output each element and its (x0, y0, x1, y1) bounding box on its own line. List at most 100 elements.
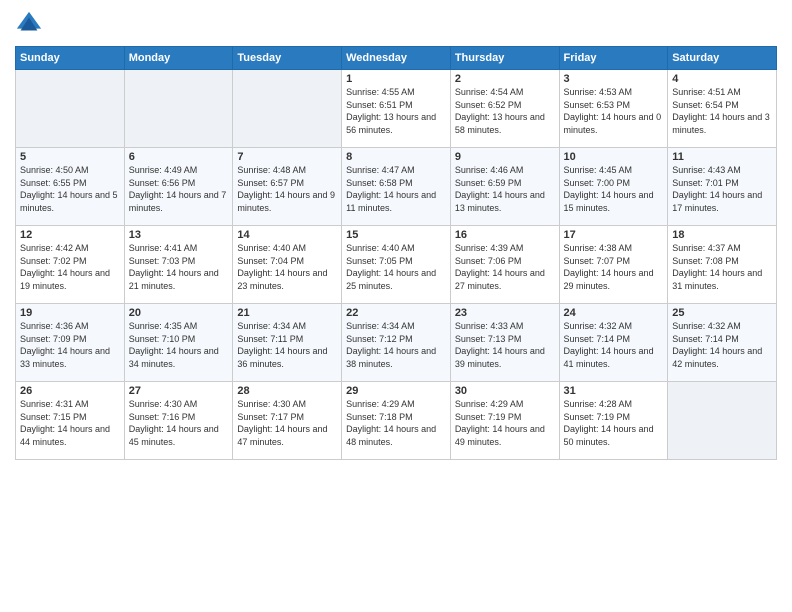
cell-details: Sunrise: 4:34 AMSunset: 7:11 PMDaylight:… (237, 320, 337, 370)
calendar-cell: 17Sunrise: 4:38 AMSunset: 7:07 PMDayligh… (559, 226, 668, 304)
calendar-cell: 21Sunrise: 4:34 AMSunset: 7:11 PMDayligh… (233, 304, 342, 382)
calendar-cell: 8Sunrise: 4:47 AMSunset: 6:58 PMDaylight… (342, 148, 451, 226)
cell-details: Sunrise: 4:36 AMSunset: 7:09 PMDaylight:… (20, 320, 120, 370)
calendar-cell: 22Sunrise: 4:34 AMSunset: 7:12 PMDayligh… (342, 304, 451, 382)
weekday-header-sunday: Sunday (16, 47, 125, 70)
cell-details: Sunrise: 4:28 AMSunset: 7:19 PMDaylight:… (564, 398, 664, 448)
cell-details: Sunrise: 4:50 AMSunset: 6:55 PMDaylight:… (20, 164, 120, 214)
day-number: 23 (455, 307, 555, 319)
calendar-cell: 19Sunrise: 4:36 AMSunset: 7:09 PMDayligh… (16, 304, 125, 382)
cell-details: Sunrise: 4:29 AMSunset: 7:19 PMDaylight:… (455, 398, 555, 448)
cell-details: Sunrise: 4:39 AMSunset: 7:06 PMDaylight:… (455, 242, 555, 292)
calendar-cell: 9Sunrise: 4:46 AMSunset: 6:59 PMDaylight… (450, 148, 559, 226)
day-number: 19 (20, 307, 120, 319)
cell-details: Sunrise: 4:31 AMSunset: 7:15 PMDaylight:… (20, 398, 120, 448)
day-number: 24 (564, 307, 664, 319)
cell-details: Sunrise: 4:46 AMSunset: 6:59 PMDaylight:… (455, 164, 555, 214)
day-number: 4 (672, 73, 772, 85)
day-number: 6 (129, 151, 229, 163)
header (15, 10, 777, 38)
day-number: 26 (20, 385, 120, 397)
calendar-cell: 20Sunrise: 4:35 AMSunset: 7:10 PMDayligh… (124, 304, 233, 382)
calendar-cell: 26Sunrise: 4:31 AMSunset: 7:15 PMDayligh… (16, 382, 125, 460)
day-number: 16 (455, 229, 555, 241)
calendar-cell: 14Sunrise: 4:40 AMSunset: 7:04 PMDayligh… (233, 226, 342, 304)
calendar-cell: 24Sunrise: 4:32 AMSunset: 7:14 PMDayligh… (559, 304, 668, 382)
day-number: 22 (346, 307, 446, 319)
day-number: 3 (564, 73, 664, 85)
calendar-cell (124, 70, 233, 148)
weekday-header-wednesday: Wednesday (342, 47, 451, 70)
calendar-container: SundayMondayTuesdayWednesdayThursdayFrid… (0, 0, 792, 470)
calendar-cell: 1Sunrise: 4:55 AMSunset: 6:51 PMDaylight… (342, 70, 451, 148)
calendar-week-row: 19Sunrise: 4:36 AMSunset: 7:09 PMDayligh… (16, 304, 777, 382)
day-number: 5 (20, 151, 120, 163)
cell-details: Sunrise: 4:34 AMSunset: 7:12 PMDaylight:… (346, 320, 446, 370)
weekday-header-tuesday: Tuesday (233, 47, 342, 70)
cell-details: Sunrise: 4:32 AMSunset: 7:14 PMDaylight:… (564, 320, 664, 370)
weekday-header-row: SundayMondayTuesdayWednesdayThursdayFrid… (16, 47, 777, 70)
day-number: 13 (129, 229, 229, 241)
calendar-week-row: 5Sunrise: 4:50 AMSunset: 6:55 PMDaylight… (16, 148, 777, 226)
calendar-cell: 31Sunrise: 4:28 AMSunset: 7:19 PMDayligh… (559, 382, 668, 460)
weekday-header-saturday: Saturday (668, 47, 777, 70)
cell-details: Sunrise: 4:55 AMSunset: 6:51 PMDaylight:… (346, 86, 446, 136)
day-number: 21 (237, 307, 337, 319)
cell-details: Sunrise: 4:47 AMSunset: 6:58 PMDaylight:… (346, 164, 446, 214)
day-number: 27 (129, 385, 229, 397)
day-number: 14 (237, 229, 337, 241)
calendar-cell: 27Sunrise: 4:30 AMSunset: 7:16 PMDayligh… (124, 382, 233, 460)
cell-details: Sunrise: 4:33 AMSunset: 7:13 PMDaylight:… (455, 320, 555, 370)
day-number: 7 (237, 151, 337, 163)
calendar-cell: 25Sunrise: 4:32 AMSunset: 7:14 PMDayligh… (668, 304, 777, 382)
cell-details: Sunrise: 4:49 AMSunset: 6:56 PMDaylight:… (129, 164, 229, 214)
cell-details: Sunrise: 4:48 AMSunset: 6:57 PMDaylight:… (237, 164, 337, 214)
day-number: 29 (346, 385, 446, 397)
calendar-week-row: 26Sunrise: 4:31 AMSunset: 7:15 PMDayligh… (16, 382, 777, 460)
calendar-cell: 10Sunrise: 4:45 AMSunset: 7:00 PMDayligh… (559, 148, 668, 226)
cell-details: Sunrise: 4:53 AMSunset: 6:53 PMDaylight:… (564, 86, 664, 136)
calendar-cell: 5Sunrise: 4:50 AMSunset: 6:55 PMDaylight… (16, 148, 125, 226)
calendar-cell (233, 70, 342, 148)
day-number: 31 (564, 385, 664, 397)
calendar-cell: 30Sunrise: 4:29 AMSunset: 7:19 PMDayligh… (450, 382, 559, 460)
cell-details: Sunrise: 4:43 AMSunset: 7:01 PMDaylight:… (672, 164, 772, 214)
cell-details: Sunrise: 4:32 AMSunset: 7:14 PMDaylight:… (672, 320, 772, 370)
cell-details: Sunrise: 4:40 AMSunset: 7:05 PMDaylight:… (346, 242, 446, 292)
cell-details: Sunrise: 4:41 AMSunset: 7:03 PMDaylight:… (129, 242, 229, 292)
cell-details: Sunrise: 4:51 AMSunset: 6:54 PMDaylight:… (672, 86, 772, 136)
day-number: 12 (20, 229, 120, 241)
cell-details: Sunrise: 4:45 AMSunset: 7:00 PMDaylight:… (564, 164, 664, 214)
logo (15, 10, 47, 38)
cell-details: Sunrise: 4:29 AMSunset: 7:18 PMDaylight:… (346, 398, 446, 448)
cell-details: Sunrise: 4:42 AMSunset: 7:02 PMDaylight:… (20, 242, 120, 292)
calendar-week-row: 12Sunrise: 4:42 AMSunset: 7:02 PMDayligh… (16, 226, 777, 304)
day-number: 30 (455, 385, 555, 397)
day-number: 20 (129, 307, 229, 319)
cell-details: Sunrise: 4:37 AMSunset: 7:08 PMDaylight:… (672, 242, 772, 292)
weekday-header-thursday: Thursday (450, 47, 559, 70)
day-number: 17 (564, 229, 664, 241)
calendar-cell: 15Sunrise: 4:40 AMSunset: 7:05 PMDayligh… (342, 226, 451, 304)
calendar-cell: 2Sunrise: 4:54 AMSunset: 6:52 PMDaylight… (450, 70, 559, 148)
calendar-cell: 11Sunrise: 4:43 AMSunset: 7:01 PMDayligh… (668, 148, 777, 226)
cell-details: Sunrise: 4:30 AMSunset: 7:17 PMDaylight:… (237, 398, 337, 448)
calendar-cell: 6Sunrise: 4:49 AMSunset: 6:56 PMDaylight… (124, 148, 233, 226)
calendar-cell: 7Sunrise: 4:48 AMSunset: 6:57 PMDaylight… (233, 148, 342, 226)
cell-details: Sunrise: 4:30 AMSunset: 7:16 PMDaylight:… (129, 398, 229, 448)
cell-details: Sunrise: 4:40 AMSunset: 7:04 PMDaylight:… (237, 242, 337, 292)
calendar-cell (16, 70, 125, 148)
calendar-cell: 16Sunrise: 4:39 AMSunset: 7:06 PMDayligh… (450, 226, 559, 304)
day-number: 11 (672, 151, 772, 163)
day-number: 2 (455, 73, 555, 85)
day-number: 1 (346, 73, 446, 85)
day-number: 25 (672, 307, 772, 319)
weekday-header-friday: Friday (559, 47, 668, 70)
calendar-cell: 13Sunrise: 4:41 AMSunset: 7:03 PMDayligh… (124, 226, 233, 304)
cell-details: Sunrise: 4:38 AMSunset: 7:07 PMDaylight:… (564, 242, 664, 292)
cell-details: Sunrise: 4:54 AMSunset: 6:52 PMDaylight:… (455, 86, 555, 136)
day-number: 28 (237, 385, 337, 397)
calendar-cell: 28Sunrise: 4:30 AMSunset: 7:17 PMDayligh… (233, 382, 342, 460)
day-number: 8 (346, 151, 446, 163)
calendar-week-row: 1Sunrise: 4:55 AMSunset: 6:51 PMDaylight… (16, 70, 777, 148)
